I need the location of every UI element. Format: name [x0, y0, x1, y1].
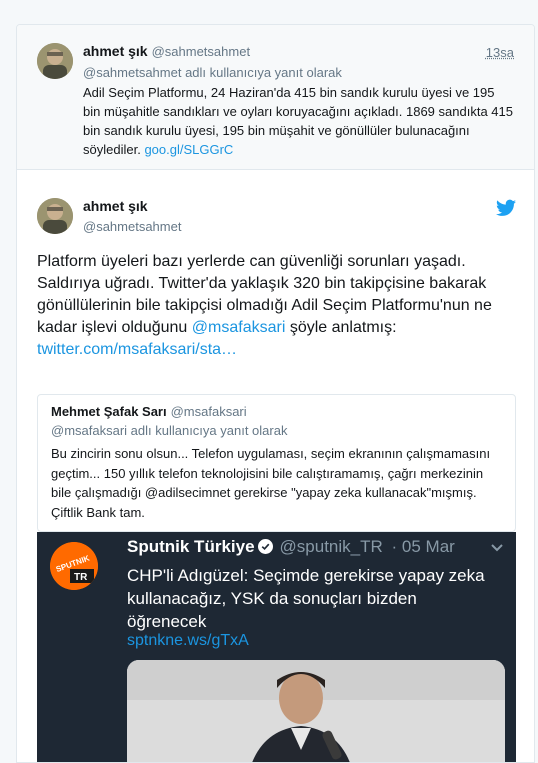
tweet-image[interactable]: SPUTNIK TR Sputnik Türkiye @sputnik_TR · … [37, 532, 516, 762]
replying-to-label: @sahmetsahmet adlı kullanıcıya yanıt ola… [83, 65, 342, 80]
reply-link[interactable]: goo.gl/SLGGrC [144, 142, 233, 157]
embedded-handle: @sputnik_TR [279, 537, 383, 556]
quoted-author-name[interactable]: Mehmet Şafak Sarı [51, 404, 167, 419]
sputnik-logo-icon: SPUTNIK TR [50, 542, 98, 590]
quoted-author-handle[interactable]: @msafaksari [171, 404, 247, 419]
embedded-tweet-text: CHP'li Adıgüzel: Seçimde gerekirse yapay… [127, 566, 485, 631]
author-name[interactable]: ahmet şık [83, 43, 148, 59]
tweet-url-link[interactable]: twitter.com/msafaksari/sta… [37, 341, 237, 358]
reply-author[interactable]: ahmet şık @sahmetsahmet [83, 43, 250, 59]
embedded-account-name: Sputnik Türkiye [127, 537, 255, 556]
embedded-link: sptnkne.ws/gTxA [127, 632, 249, 649]
avatar[interactable] [37, 198, 73, 234]
embedded-date: · 05 Mar [391, 537, 455, 556]
embedded-author: Sputnik Türkiye @sputnik_TR · 05 Mar [127, 537, 455, 557]
author-name[interactable]: ahmet şık [83, 198, 148, 214]
quoted-tweet[interactable]: Mehmet Şafak Sarı @msafaksari @msafaksari… [37, 394, 516, 532]
mention-link[interactable]: @msafaksari [192, 319, 286, 336]
twitter-bird-icon[interactable] [496, 199, 516, 217]
author-handle[interactable]: @sahmetsahmet [152, 44, 250, 59]
tweet-text-part2: şöyle anlatmış: [289, 319, 397, 336]
main-tweet-text: Platform üyeleri bazı yerlerde can güven… [37, 251, 517, 361]
quoted-tweet-text: Bu zincirin sonu olsun... Telefon uygula… [51, 446, 491, 520]
embedded-photo [127, 660, 505, 762]
reply-tweet[interactable]: ahmet şık @sahmetsahmet 13sa @sahmetsahme… [17, 25, 534, 170]
tweet-thread-card: ahmet şık @sahmetsahmet 13sa @sahmetsahme… [16, 24, 535, 763]
sputnik-logo-sub: TR [74, 572, 88, 583]
quoted-author[interactable]: Mehmet Şafak Sarı @msafaksari [51, 404, 247, 419]
avatar[interactable] [37, 43, 73, 79]
verified-badge-icon [257, 539, 273, 554]
main-tweet: ahmet şık @sahmetsahmet Platform üyeleri… [17, 170, 534, 762]
author-handle[interactable]: @sahmetsahmet [83, 219, 181, 234]
quoted-replying-to: @msafaksari adlı kullanıcıya yanıt olara… [51, 423, 288, 438]
tweet-timestamp[interactable]: 13sa [486, 45, 514, 60]
chevron-down-icon [491, 544, 503, 552]
reply-tweet-text: Adil Seçim Platformu, 24 Haziran'da 415 … [83, 83, 513, 159]
